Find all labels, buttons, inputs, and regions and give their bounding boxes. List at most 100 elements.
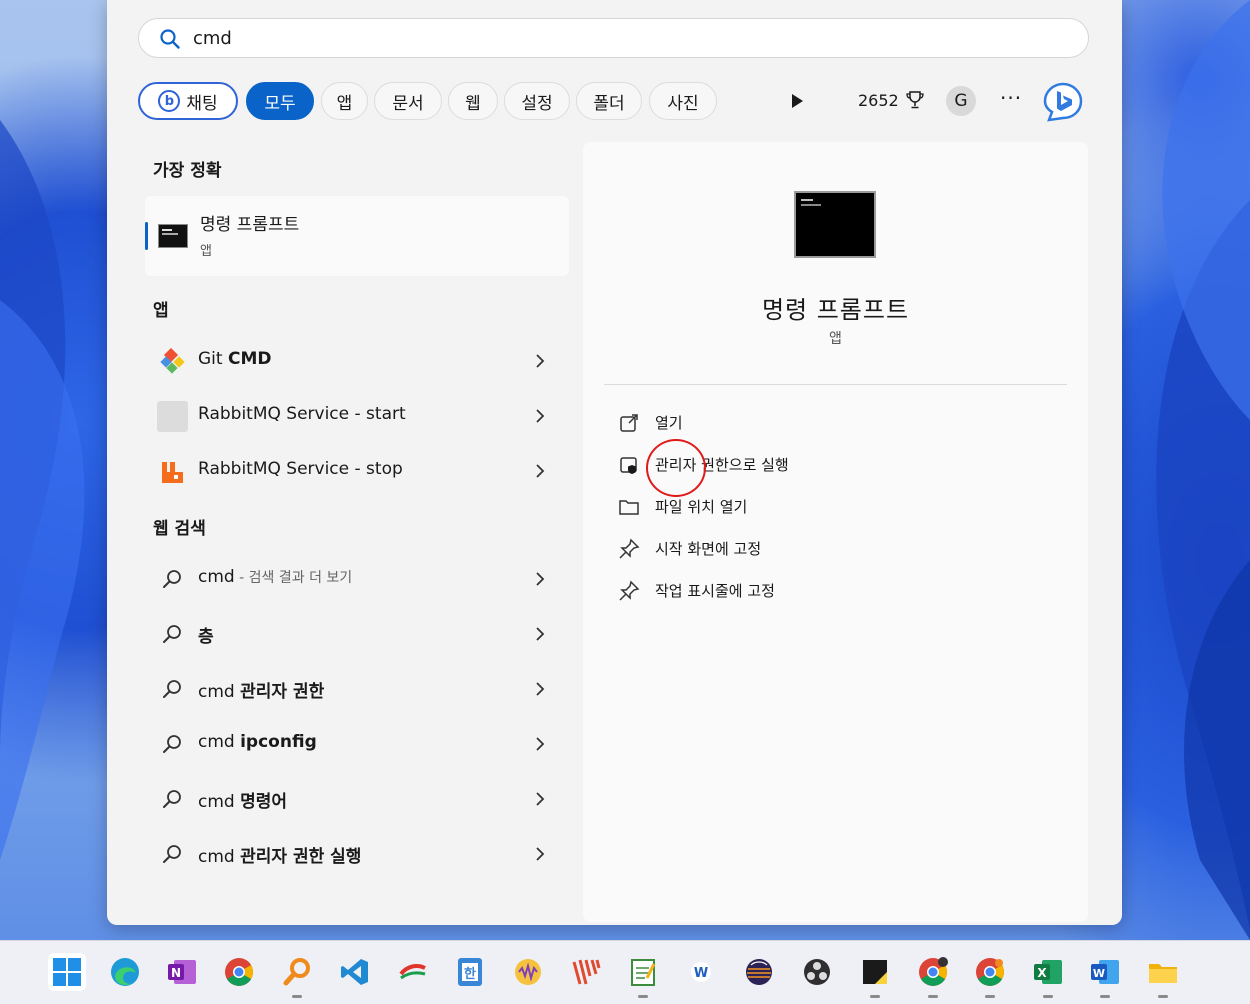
pin-icon <box>619 580 640 601</box>
web-item-admin-run[interactable]: cmd 관리자 권한 실행 <box>145 828 569 880</box>
action-open[interactable]: 열기 <box>613 408 1033 438</box>
word-icon[interactable]: W <box>1086 953 1124 998</box>
filter-settings[interactable]: 설정 <box>504 82 570 120</box>
pin-icon <box>619 538 640 559</box>
blank-app-icon <box>157 401 188 432</box>
web-label-bold: 관리자 권한 <box>240 682 325 702</box>
search-icon <box>160 29 180 49</box>
search-icon <box>163 790 181 808</box>
web-item-label: 층 <box>198 622 214 647</box>
onenote-icon[interactable]: N <box>163 953 201 991</box>
command-prompt-large-icon <box>794 191 876 258</box>
chevron-right-icon[interactable] <box>533 735 547 753</box>
search-box[interactable] <box>138 18 1089 58</box>
web-item-commands[interactable]: cmd 명령어 <box>145 773 569 825</box>
chat-label: 채팅 <box>186 93 218 114</box>
more-options-icon[interactable]: ··· <box>1000 86 1022 110</box>
web-label-bold: 관리자 권한 실행 <box>240 847 362 867</box>
app-item-git-cmd[interactable]: Git CMD <box>145 335 569 387</box>
chevron-right-icon[interactable] <box>533 407 547 425</box>
chevron-right-icon[interactable] <box>533 625 547 643</box>
selection-indicator <box>145 222 148 250</box>
app-item-label: Git CMD <box>198 349 271 369</box>
action-pin-to-taskbar[interactable]: 작업 표시줄에 고정 <box>613 576 1033 606</box>
filter-bar: b 채팅 모두 앱 문서 웹 설정 폴더 사진 2652 G ··· <box>138 80 1098 124</box>
action-pin-to-start[interactable]: 시작 화면에 고정 <box>613 534 1033 564</box>
audio-app-icon[interactable] <box>509 953 547 991</box>
chevron-right-icon[interactable] <box>533 790 547 808</box>
svg-text:W: W <box>694 966 708 981</box>
rabbitmq-icon <box>162 462 183 483</box>
obs-icon[interactable] <box>798 953 836 991</box>
app-item-label: RabbitMQ Service - stop <box>198 459 403 479</box>
rewards-points[interactable]: 2652 <box>858 91 899 110</box>
chrome-icon[interactable] <box>220 953 258 991</box>
web-label-prefix: cmd <box>198 682 241 702</box>
notepad-icon[interactable] <box>624 953 662 998</box>
action-label: 파일 위치 열기 <box>655 498 748 516</box>
web-item-admin[interactable]: cmd 관리자 권한 <box>145 663 569 715</box>
search-input[interactable] <box>193 25 1053 51</box>
folder-icon <box>619 500 639 515</box>
app-item-rabbitmq-start[interactable]: RabbitMQ Service - start <box>145 390 569 442</box>
best-match-heading: 가장 정확 <box>153 161 222 181</box>
bing-chat-icon: b <box>158 90 181 112</box>
search-icon <box>163 625 181 643</box>
action-label: 시작 화면에 고정 <box>655 540 762 558</box>
chevron-right-icon[interactable] <box>533 680 547 698</box>
running-indicator <box>292 995 302 998</box>
vscode-icon[interactable] <box>336 953 374 991</box>
filter-all[interactable]: 모두 <box>246 82 314 120</box>
trophy-icon[interactable] <box>905 90 925 110</box>
chevron-right-icon[interactable] <box>533 845 547 863</box>
running-indicator <box>985 995 995 998</box>
app-icon[interactable]: W <box>682 953 720 991</box>
windows-start-icon[interactable] <box>48 953 86 991</box>
play-icon[interactable] <box>792 94 803 108</box>
filter-apps[interactable]: 앱 <box>321 82 368 120</box>
web-item-label: cmd 명령어 <box>198 787 287 812</box>
filter-web[interactable]: 웹 <box>448 82 498 120</box>
web-item-label: cmd ipconfig <box>198 732 317 752</box>
running-indicator <box>1043 995 1053 998</box>
web-item-ipconfig[interactable]: cmd ipconfig <box>145 718 569 770</box>
action-label: 열기 <box>655 414 683 432</box>
account-avatar[interactable]: G <box>946 86 976 116</box>
filter-folders[interactable]: 폴더 <box>576 82 642 120</box>
search-magnifier-app-icon[interactable] <box>278 953 316 998</box>
search-icon <box>163 735 181 753</box>
chrome-icon[interactable] <box>914 953 952 998</box>
best-match-item[interactable]: 명령 프롬프트 앱 <box>145 196 569 276</box>
app-stripes-icon[interactable] <box>567 953 605 991</box>
open-external-icon <box>620 414 638 432</box>
admin-shield-icon <box>620 457 637 474</box>
search-icon <box>163 680 181 698</box>
sticky-notes-icon[interactable] <box>856 953 894 998</box>
filter-photos[interactable]: 사진 <box>649 82 717 120</box>
bing-icon[interactable] <box>1042 82 1084 122</box>
chevron-right-icon[interactable] <box>533 570 547 588</box>
taskbar: N 한 W X W <box>0 940 1250 1004</box>
chat-chip[interactable]: b 채팅 <box>138 82 238 120</box>
eclipse-icon[interactable] <box>740 953 778 991</box>
edge-icon[interactable] <box>106 953 144 991</box>
file-explorer-icon[interactable] <box>1144 953 1182 998</box>
detail-pane: 명령 프롬프트 앱 열기 관리자 권한으로 실행 파일 위치 열기 시작 화면에… <box>583 142 1088 922</box>
web-label-bold: 명령어 <box>240 792 288 812</box>
running-indicator <box>1158 995 1168 998</box>
web-search-heading: 웹 검색 <box>153 519 206 539</box>
search-icon <box>163 570 181 588</box>
chevron-right-icon[interactable] <box>533 352 547 370</box>
web-label-bold: ipconfig <box>240 732 317 752</box>
app-icon[interactable] <box>394 953 432 991</box>
web-item-floor[interactable]: 층 <box>145 608 569 660</box>
annotation-highlight-circle <box>646 439 706 497</box>
excel-icon[interactable]: X <box>1029 953 1067 998</box>
filter-documents[interactable]: 문서 <box>374 82 442 120</box>
app-item-rabbitmq-stop[interactable]: RabbitMQ Service - stop <box>145 445 569 497</box>
chrome-icon[interactable] <box>971 953 1009 998</box>
apps-heading: 앱 <box>153 301 169 321</box>
chevron-right-icon[interactable] <box>533 462 547 480</box>
hwp-icon[interactable]: 한 <box>451 953 489 991</box>
web-item-more-results[interactable]: cmd - 검색 결과 더 보기 <box>145 553 569 605</box>
